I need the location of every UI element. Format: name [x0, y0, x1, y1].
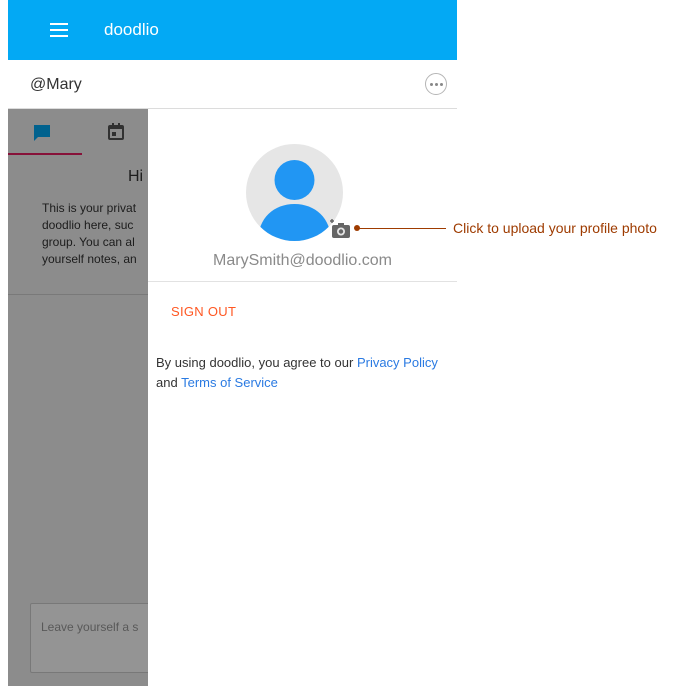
user-bar: @Mary [8, 60, 457, 109]
callout-text: Click to upload your profile photo [453, 220, 657, 236]
profile-panel: MarySmith@doodlio.com SIGN OUT By using … [148, 109, 457, 686]
top-app-bar: doodlio [8, 0, 457, 60]
agreement-prefix: By using doodlio, you agree to our [156, 355, 354, 370]
terms-of-service-link[interactable]: Terms of Service [181, 375, 278, 390]
agreement-and: and [156, 375, 178, 390]
divider [148, 281, 457, 282]
modal-overlay[interactable] [8, 109, 148, 686]
hamburger-menu-icon[interactable] [50, 23, 68, 37]
app-title: doodlio [104, 20, 159, 39]
add-photo-camera-icon[interactable] [328, 219, 352, 239]
username: @Mary [30, 76, 82, 93]
privacy-policy-link[interactable]: Privacy Policy [357, 355, 438, 370]
agreement-text: By using doodlio, you agree to our Priva… [156, 353, 456, 393]
app-window: doodlio @Mary Hi This is your privat doo… [8, 0, 457, 686]
sign-out-button[interactable]: SIGN OUT [171, 304, 236, 319]
user-email: MarySmith@doodlio.com [213, 252, 392, 269]
more-options-icon[interactable] [425, 73, 447, 95]
callout-line [358, 228, 446, 229]
